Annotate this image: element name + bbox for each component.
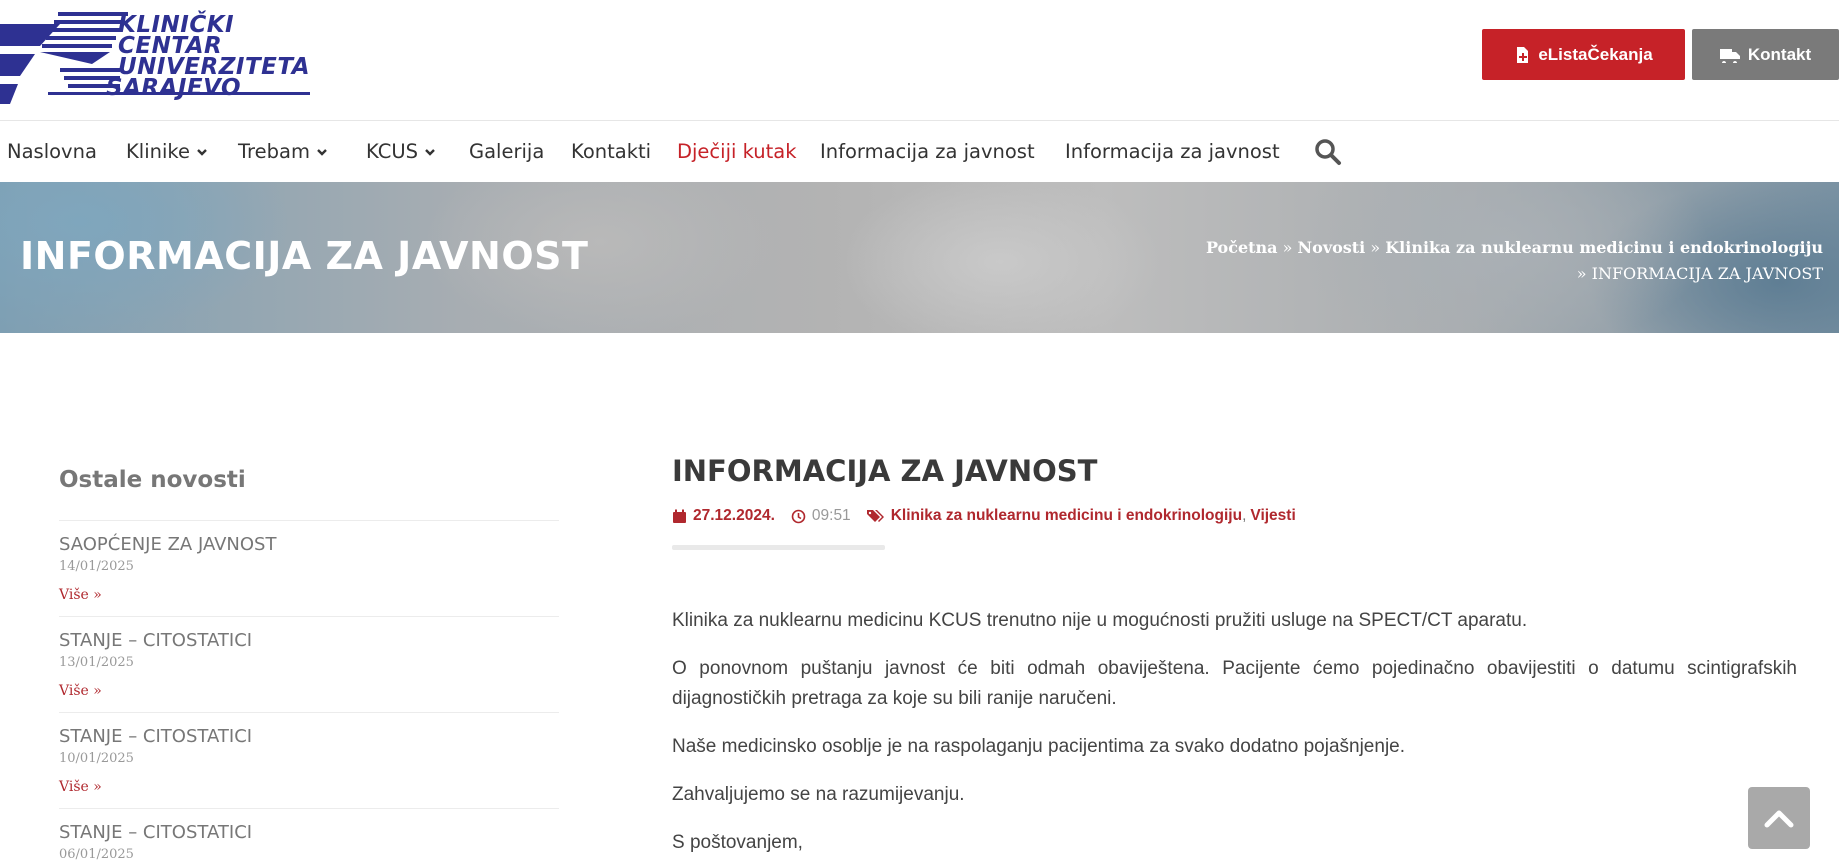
article-date: 27.12.2024.	[693, 507, 775, 524]
logo-wordmark: KLINIČKI CENTAR UNIVERZITETA SARAJEVO	[106, 14, 310, 100]
article-time: 09:51	[811, 507, 851, 524]
site-logo[interactable]: KLINIČKI CENTAR UNIVERZITETA SARAJEVO	[0, 6, 310, 110]
nav-item-klinike[interactable]: Klinike	[126, 121, 208, 182]
news-date: 06/01/2025	[59, 847, 134, 862]
breadcrumb-separator: »	[1576, 264, 1587, 283]
nav-item-label: Naslovna	[7, 140, 97, 163]
article-paragraph: O ponovnom puštanju javnost će biti odma…	[672, 658, 1797, 709]
calendar-icon	[673, 509, 686, 523]
breadcrumb-separator: »	[1282, 238, 1293, 257]
nav-item-kcus[interactable]: KCUS	[366, 121, 436, 182]
nav-item-label: Kontakti	[571, 140, 652, 163]
article-paragraph: Klinika za nuklearnu medicinu KCUS trenu…	[672, 610, 1528, 631]
news-date: 10/01/2025	[59, 751, 134, 766]
page-title: INFORMACIJA ZA JAVNOST	[20, 234, 589, 278]
breadcrumb-separator: »	[1370, 238, 1381, 257]
search-icon	[1315, 139, 1341, 165]
kontakt-button[interactable]: Kontakt	[1692, 29, 1839, 80]
list-item: STANJE – CITOSTATICI 13/01/2025 Više »	[59, 616, 559, 712]
page-hero-banner: INFORMACIJA ZA JAVNOST Početna » Novosti…	[0, 182, 1839, 333]
article-paragraph: Zahvaljujemo se na razumijevanju.	[672, 784, 965, 805]
breadcrumb: Početna » Novosti » Klinika za nuklearnu…	[1206, 235, 1823, 287]
elista-cekanja-button[interactable]: eListaČekanja	[1482, 29, 1685, 80]
list-item: STANJE – CITOSTATICI 06/01/2025	[59, 808, 559, 865]
ambulance-icon	[1719, 48, 1740, 63]
tags-icon	[866, 509, 884, 522]
breadcrumb-current: INFORMACIJA ZA JAVNOST	[1591, 264, 1823, 283]
nav-item-label: KCUS	[366, 140, 418, 163]
nav-item-label: Klinike	[126, 140, 190, 163]
chevron-down-icon	[425, 148, 435, 156]
nav-item-label: Galerija	[469, 140, 545, 163]
search-button[interactable]	[1314, 138, 1342, 166]
nav-item-informacija-za-javnost-2[interactable]: Informacija za javnost	[1065, 121, 1280, 182]
news-title-link[interactable]: STANJE – CITOSTATICI	[59, 726, 252, 747]
article-body: Klinika za nuklearnu medicinu KCUS trenu…	[672, 606, 1797, 865]
article-paragraph: Naše medicinsko osoblje je na raspolagan…	[672, 736, 1406, 757]
read-more-link[interactable]: Više »	[59, 779, 102, 795]
kontakt-label: Kontakt	[1747, 44, 1812, 64]
article-paragraph: S poštovanjem,	[672, 832, 803, 853]
list-item: STANJE – CITOSTATICI 10/01/2025 Više »	[59, 712, 559, 808]
nav-item-informacija-za-javnost[interactable]: Informacija za javnost	[820, 121, 1035, 182]
file-plus-icon	[1517, 46, 1529, 63]
clock-icon	[791, 509, 806, 523]
breadcrumb-novosti[interactable]: Novosti	[1298, 238, 1366, 257]
chevron-up-icon	[1764, 810, 1794, 828]
news-date: 13/01/2025	[59, 655, 134, 670]
breadcrumb-home[interactable]: Početna	[1206, 238, 1278, 257]
sidebar-news-list: SAOPĆENJE ZA JAVNOST 14/01/2025 Više » S…	[59, 520, 559, 865]
news-date: 14/01/2025	[59, 559, 134, 574]
nav-item-naslovna[interactable]: Naslovna	[7, 121, 97, 182]
site-header: KLINIČKI CENTAR UNIVERZITETA SARAJEVO eL…	[0, 0, 1839, 121]
nav-item-label: Dječiji kutak	[677, 140, 797, 163]
article-title: INFORMACIJA ZA JAVNOST	[672, 454, 1098, 488]
chevron-down-icon	[197, 148, 207, 156]
nav-item-label: Trebam	[238, 140, 310, 163]
main-nav: Naslovna Klinike Trebam KCUS Galerija Ko…	[0, 121, 1839, 182]
news-title-link[interactable]: STANJE – CITOSTATICI	[59, 822, 252, 843]
logo-line: SARAJEVO	[106, 75, 242, 101]
read-more-link[interactable]: Više »	[59, 587, 102, 603]
nav-item-label: Informacija za javnost	[820, 140, 1035, 163]
title-divider	[672, 545, 885, 550]
category-link[interactable]: Vijesti	[1250, 507, 1295, 525]
nav-item-djeciji-kutak[interactable]: Dječiji kutak	[677, 121, 797, 182]
category-separator: ,	[1242, 507, 1247, 524]
elista-cekanja-label: eListaČekanja	[1538, 44, 1653, 64]
chevron-down-icon	[317, 148, 327, 156]
news-title-link[interactable]: SAOPĆENJE ZA JAVNOST	[59, 534, 276, 555]
nav-item-label: Informacija za javnost	[1065, 140, 1280, 163]
scroll-to-top-button[interactable]	[1748, 787, 1810, 849]
read-more-link[interactable]: Više »	[59, 683, 102, 699]
news-title-link[interactable]: STANJE – CITOSTATICI	[59, 630, 252, 651]
article-meta: 27.12.2024. 09:51 Klinika za nuklearnu m…	[672, 507, 1296, 525]
nav-item-trebam[interactable]: Trebam	[238, 121, 328, 182]
list-item: SAOPĆENJE ZA JAVNOST 14/01/2025 Više »	[59, 520, 559, 616]
nav-item-galerija[interactable]: Galerija	[469, 121, 544, 182]
nav-item-kontakti[interactable]: Kontakti	[571, 121, 651, 182]
breadcrumb-category[interactable]: Klinika za nuklearnu medicinu i endokrin…	[1385, 238, 1823, 257]
sidebar-title: Ostale novosti	[59, 467, 246, 493]
category-link[interactable]: Klinika za nuklearnu medicinu i endokrin…	[891, 507, 1242, 525]
